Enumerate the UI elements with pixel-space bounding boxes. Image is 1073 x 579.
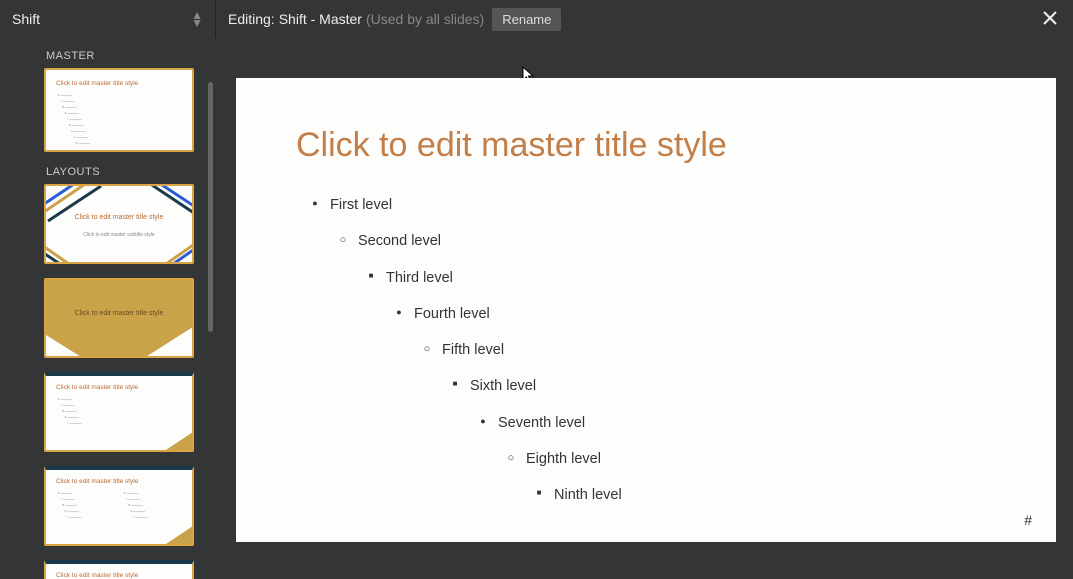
stripe-decoration-icon bbox=[46, 186, 194, 264]
close-button[interactable] bbox=[1027, 9, 1073, 30]
editing-name: Shift - Master bbox=[279, 11, 362, 27]
layout-thumbnail[interactable]: Click to edit master title style Click t… bbox=[44, 184, 194, 264]
master-slide[interactable]: Click to edit master title style ● First … bbox=[236, 78, 1056, 542]
slide-body[interactable]: ● First level ○ Second level ■ Third level ● Fo… bbox=[296, 195, 996, 506]
circle-bullet-icon: ○ bbox=[420, 342, 434, 357]
scrollbar[interactable] bbox=[208, 82, 213, 332]
thumb-subtitle: Click to edit master subtitle style bbox=[46, 232, 192, 238]
bullet-level[interactable]: ○ Second level bbox=[296, 231, 996, 251]
thumb-bullets: • ——— ◦ ——— ▪ ——— • ——— ◦ ——— ▪ ——— • ——… bbox=[58, 92, 90, 146]
bullet-level[interactable]: ■ Ninth level bbox=[296, 485, 996, 505]
bullet-text: Fourth level bbox=[414, 304, 490, 324]
master-thumbnail[interactable]: Click to edit master title style • ——— ◦… bbox=[44, 68, 194, 152]
close-icon bbox=[1043, 11, 1057, 25]
bullet-text: First level bbox=[330, 195, 392, 215]
disc-bullet-icon: ● bbox=[392, 306, 406, 319]
bullet-text: Third level bbox=[386, 268, 453, 288]
bullet-level[interactable]: ● Seventh level bbox=[296, 413, 996, 433]
theme-name-label: Shift bbox=[12, 11, 40, 27]
layouts-section-label: LAYOUTS bbox=[46, 166, 206, 178]
bullet-level[interactable]: ● Fourth level bbox=[296, 304, 996, 324]
layout-thumbnail[interactable]: Click to edit master title style • ——— ◦… bbox=[44, 372, 194, 452]
thumb-title: Click to edit master title style bbox=[56, 80, 138, 87]
theme-selector[interactable]: Shift ▲▼ bbox=[0, 0, 216, 38]
thumb-title: Click to edit master title style bbox=[56, 572, 138, 579]
square-bullet-icon: ■ bbox=[364, 270, 378, 281]
thumb-title: Click to edit master title style bbox=[46, 310, 192, 317]
bullet-level[interactable]: ■ Sixth level bbox=[296, 376, 996, 396]
bullet-level[interactable]: ○ Fifth level bbox=[296, 340, 996, 360]
editing-prefix: Editing: bbox=[228, 11, 275, 27]
circle-bullet-icon: ○ bbox=[336, 233, 350, 248]
bullet-text: Seventh level bbox=[498, 413, 585, 433]
slide-title[interactable]: Click to edit master title style bbox=[296, 126, 996, 165]
rename-button[interactable]: Rename bbox=[492, 8, 561, 31]
bullet-text: Ninth level bbox=[554, 485, 622, 505]
layout-thumbnail[interactable]: Click to edit master title style • ——— ◦… bbox=[44, 466, 194, 546]
sidebar: MASTER Click to edit master title style … bbox=[0, 38, 216, 579]
triangle-decoration-icon bbox=[46, 466, 194, 544]
bullet-level[interactable]: ● First level bbox=[296, 195, 996, 215]
canvas: Click to edit master title style ● First … bbox=[216, 38, 1073, 579]
bullet-level[interactable]: ○ Eighth level bbox=[296, 449, 996, 469]
disc-bullet-icon: ● bbox=[308, 197, 322, 210]
square-bullet-icon: ■ bbox=[532, 487, 546, 498]
triangle-decoration-icon bbox=[46, 280, 194, 358]
editing-suffix: (Used by all slides) bbox=[366, 11, 484, 27]
master-section-label: MASTER bbox=[46, 50, 206, 62]
thumb-title: Click to edit master title style bbox=[46, 214, 192, 221]
layout-thumbnail[interactable]: Click to edit master title style bbox=[44, 278, 194, 358]
layout-thumbnail[interactable]: Click to edit master title style bbox=[44, 560, 194, 579]
bullet-text: Second level bbox=[358, 231, 441, 251]
bullet-text: Eighth level bbox=[526, 449, 601, 469]
bullet-text: Fifth level bbox=[442, 340, 504, 360]
triangle-decoration-icon bbox=[46, 372, 194, 450]
bullet-text: Sixth level bbox=[470, 376, 536, 396]
circle-bullet-icon: ○ bbox=[504, 451, 518, 466]
editing-info: Editing: Shift - Master (Used by all sli… bbox=[216, 8, 1027, 31]
page-number[interactable]: # bbox=[1024, 512, 1032, 528]
square-bullet-icon: ■ bbox=[448, 378, 462, 389]
disc-bullet-icon: ● bbox=[476, 415, 490, 428]
bullet-level[interactable]: ■ Third level bbox=[296, 268, 996, 288]
top-header: Shift ▲▼ Editing: Shift - Master (Used b… bbox=[0, 0, 1073, 38]
updown-icon[interactable]: ▲▼ bbox=[191, 11, 203, 27]
